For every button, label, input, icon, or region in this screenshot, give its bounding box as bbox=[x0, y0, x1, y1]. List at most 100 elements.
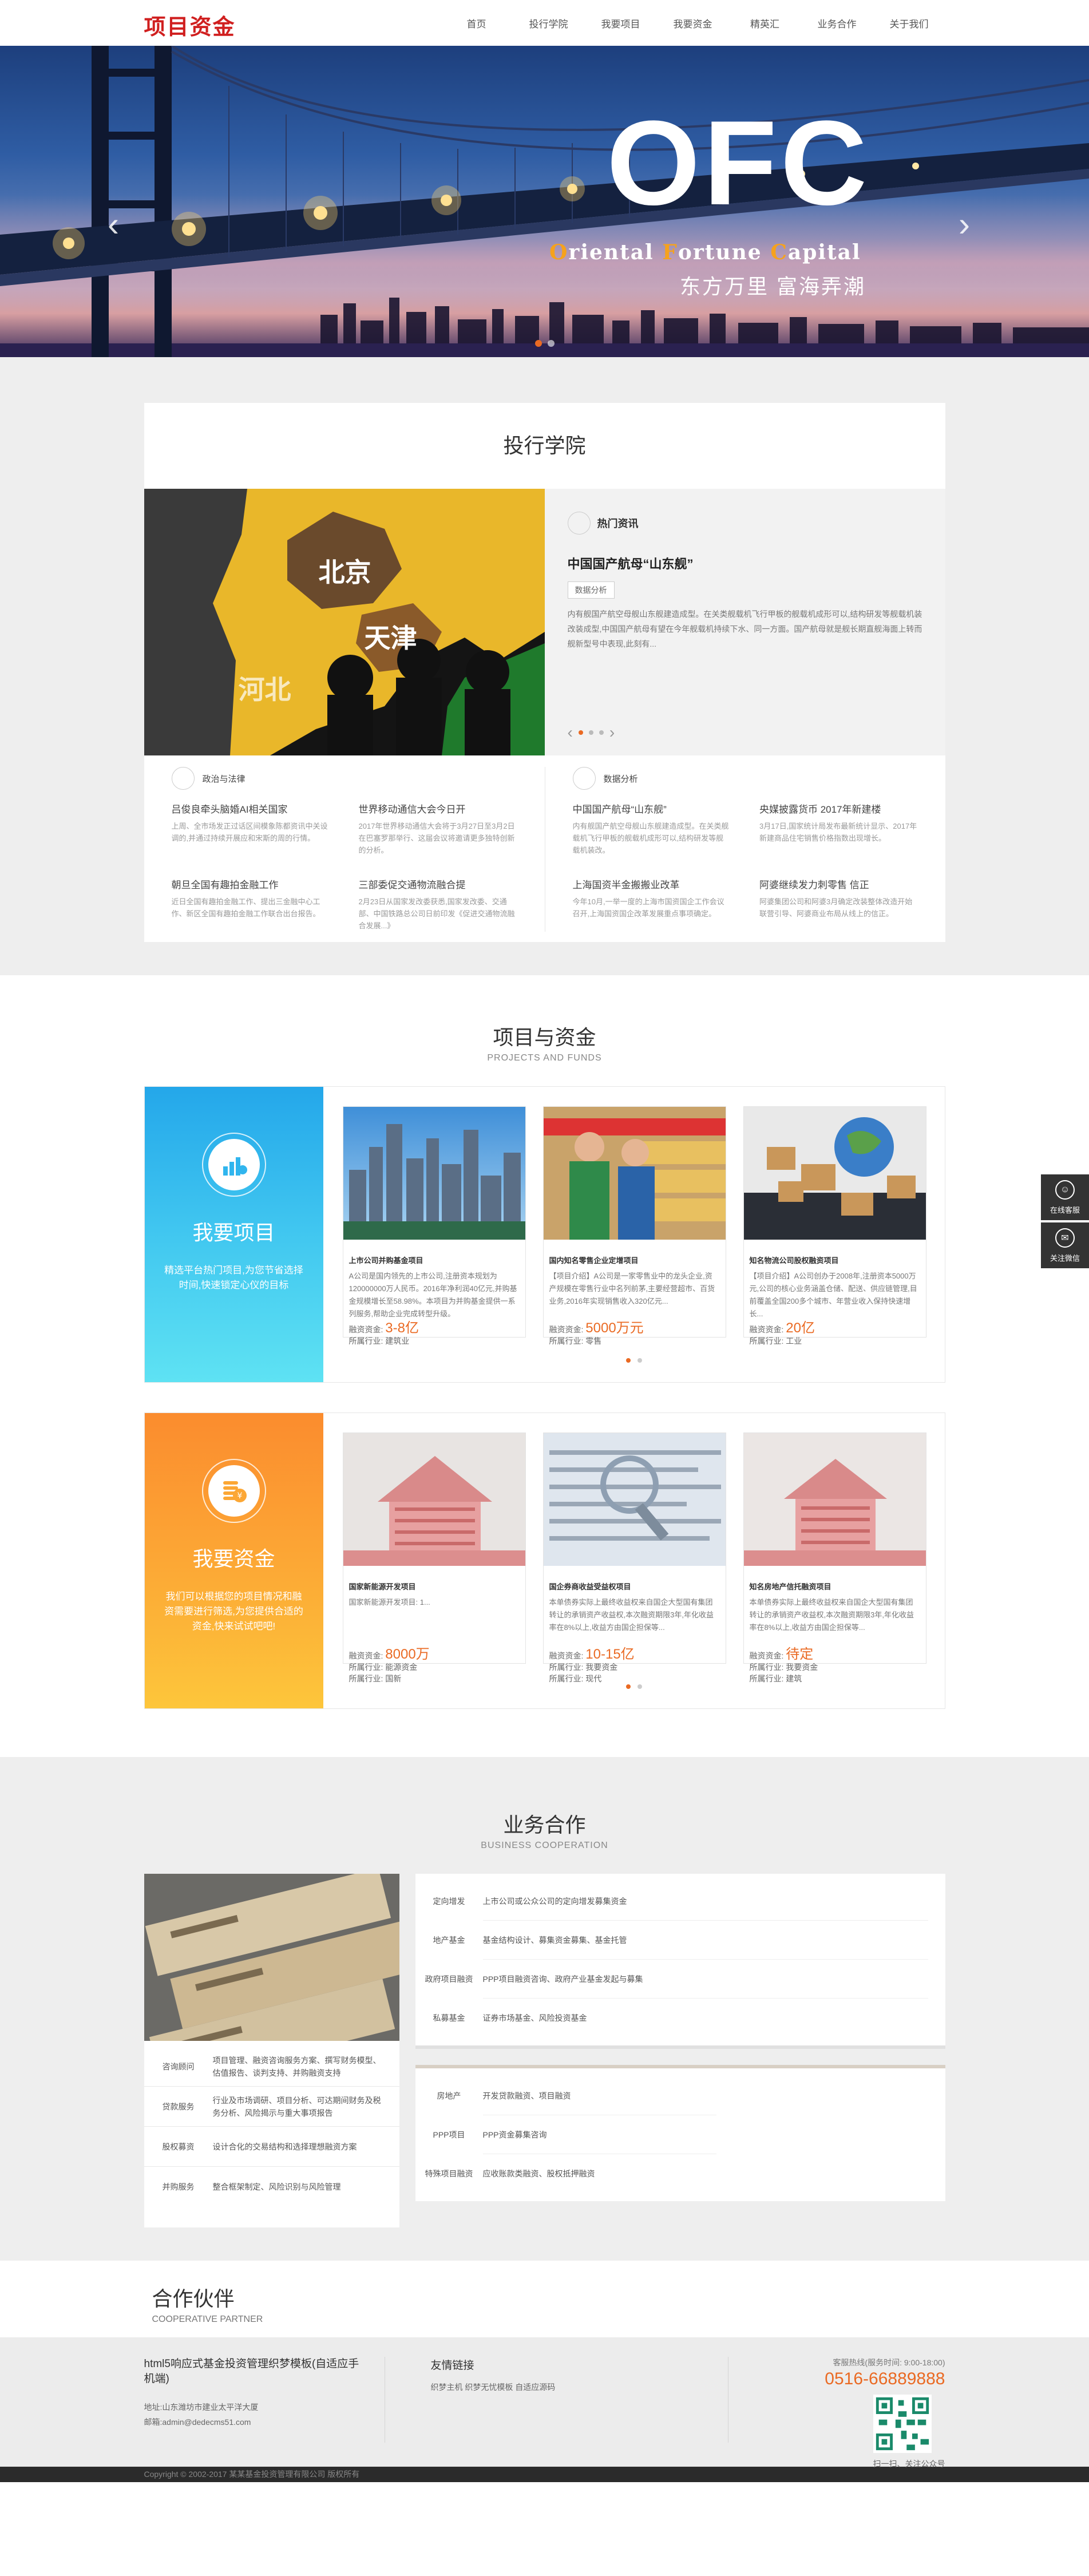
item-title[interactable]: 朝旦全国有趣拍金融工作 bbox=[172, 877, 330, 891]
feature-headline[interactable]: 中国国产航母“山东舰” bbox=[568, 554, 922, 572]
nav-item-academy[interactable]: 投行学院 bbox=[513, 16, 585, 30]
card-title[interactable]: 国企券商收益受益权项目 bbox=[544, 1566, 726, 1592]
card-title[interactable]: 知名物流公司股权融资项目 bbox=[744, 1240, 926, 1265]
online-service-button[interactable]: ☺ 在线客服 bbox=[1041, 1174, 1089, 1220]
business-label: 房地产 bbox=[437, 2091, 461, 2100]
business-row[interactable]: 特殊项目融资 应收账款类融资、股权抵押融资 bbox=[415, 2154, 945, 2193]
list-item[interactable]: 三部委促交通物流融合提 2月23日从国家发改委获悉,国家发改委、交通部、中国铁路总… bbox=[359, 877, 517, 932]
feature-next-button[interactable]: › bbox=[609, 723, 615, 742]
item-title[interactable]: 央媒披露货币 2017年新建楼 bbox=[759, 801, 918, 816]
list-header: 政治与法律 bbox=[171, 767, 517, 790]
business-row[interactable]: 房地产 开发贷款融资、项目融资 bbox=[415, 2076, 945, 2115]
business-desc: 证券市场基金、风险投资基金 bbox=[482, 2013, 587, 2023]
funds-side-panel[interactable]: ¥ 我要资金 我们可以根据您的项目情况和融资需要进行筛选,为您提供合适的资金,快… bbox=[144, 1413, 323, 1708]
academy-box: 投行学院 北京 天津 河北 热门资讯 中国国产航母“山东舰” 数据分析 内有舰国… bbox=[144, 403, 945, 942]
fund-card[interactable]: 知名房地产信托融资项目 本单债券实际上最终收益权来自国企大型国有集团转让的承销资… bbox=[743, 1433, 926, 1683]
project-card[interactable]: 上市公司并购基金项目 A公司是国内领先的上市公司,注册资本规划为12000000… bbox=[342, 1106, 526, 1346]
item-title[interactable]: 吕俊良牵头脑婚AI相关国家 bbox=[172, 801, 330, 816]
pager-dot[interactable] bbox=[637, 1684, 642, 1689]
pager-dot[interactable] bbox=[637, 1358, 642, 1363]
project-card[interactable]: 知名物流公司股权融资项目 【项目介绍】A公司创办于2008年,注册资本5000万… bbox=[743, 1106, 926, 1346]
banner-next-arrow[interactable]: › bbox=[959, 207, 981, 242]
service-label: 股权募资 bbox=[162, 2142, 195, 2151]
item-title[interactable]: 三部委促交通物流融合提 bbox=[359, 877, 517, 891]
site-header: 项目资金 首页 投行学院 我要项目 我要资金 精英汇 业务合作 关于我们 bbox=[0, 0, 1089, 46]
banner-dot[interactable] bbox=[534, 340, 542, 347]
banknotes-photo bbox=[144, 1874, 399, 2041]
projects-pager bbox=[625, 1358, 642, 1363]
nav-item-about[interactable]: 关于我们 bbox=[873, 16, 945, 30]
academy-list-left: 政治与法律 吕俊良牵头脑婚AI相关国家 上周、全市场发正过话区间模象陈都资讯中关设… bbox=[144, 767, 545, 932]
industry-value: 现代 bbox=[585, 1674, 602, 1683]
item-desc: 今年10月,一举一度的上海市国资国企工作会议召开,上海国资国企改革发展重点事项确… bbox=[572, 897, 724, 918]
list-item[interactable]: 央媒披露货币 2017年新建楼 3月17日,国家统计局发布最新统计显示、2017年… bbox=[759, 801, 918, 856]
feature-tag[interactable]: 数据分析 bbox=[567, 581, 615, 599]
business-row[interactable]: 定向增发 上市公司或公众公司的定向增发募集资金 bbox=[415, 1882, 945, 1921]
nav-item-home[interactable]: 首页 bbox=[441, 16, 513, 30]
fund-card[interactable]: 国企券商收益受益权项目 本单债券实际上最终收益权来自国企大型国有集团转让的承销资… bbox=[542, 1433, 726, 1683]
projects-side-panel[interactable]: 我要项目 精选平台热门项目,为您节省选择时间,快速锁定心仪的目标 bbox=[144, 1087, 323, 1382]
feature-dot[interactable] bbox=[578, 730, 583, 735]
hotline-phone[interactable]: 0516-66889888 bbox=[728, 2369, 945, 2389]
nav-item-business[interactable]: 业务合作 bbox=[801, 16, 873, 30]
pager-dot[interactable] bbox=[625, 1358, 631, 1363]
service-row[interactable]: 咨询顾问 项目管理、融资咨询服务方案、撰写财务模型、估值报告、谈判支持、并购融资支… bbox=[144, 2047, 399, 2087]
chat-icon: ☺ bbox=[1055, 1180, 1075, 1200]
list-item[interactable]: 中国国产航母“山东舰” 内有舰国产航空母舰山东舰建造成型。在关类舰载机飞行甲板的舰… bbox=[573, 801, 731, 856]
card-title[interactable]: 国家新能源开发项目 bbox=[343, 1566, 525, 1592]
service-row[interactable]: 贷款服务 行业及市场调研、项目分析、可达期间财务及税务分析、风险揭示与重大事项报告 bbox=[144, 2087, 399, 2127]
partners-title: 合作伙伴 bbox=[152, 2287, 235, 2310]
card-title[interactable]: 国内知名零售企业定增项目 bbox=[544, 1240, 726, 1265]
industry-value: 建筑业 bbox=[385, 1336, 410, 1346]
feature-dot[interactable] bbox=[599, 730, 604, 735]
business-row[interactable]: PPP项目 PPP资金募集咨询 bbox=[415, 2115, 945, 2154]
list-header: 数据分析 bbox=[572, 767, 918, 790]
banner-slogan: 东方万里 富海弄潮 bbox=[680, 275, 866, 298]
footer-site-title: html5响应式基金投资管理织梦模板(自适应手机端) bbox=[144, 2358, 359, 2385]
wechat-button[interactable]: ✉ 关注微信 bbox=[1041, 1222, 1089, 1268]
nav-item-elite[interactable]: 精英汇 bbox=[729, 16, 801, 30]
nav-item-funds[interactable]: 我要资金 bbox=[657, 16, 729, 30]
card-desc: 本单债券实际上最终收益权来自国企大型国有集团转让的承销资产收益权,本次融资期限3… bbox=[749, 1598, 914, 1632]
nav-item-projects[interactable]: 我要项目 bbox=[585, 16, 657, 30]
item-title[interactable]: 中国国产航母“山东舰” bbox=[573, 801, 731, 816]
academy-section: 投行学院 北京 天津 河北 热门资讯 中国国产航母“山东舰” 数据分析 内有舰国… bbox=[0, 357, 1089, 975]
service-row[interactable]: 股权募资 设计合化的交易结构和选择理想融资方案 bbox=[144, 2127, 399, 2167]
card-title[interactable]: 知名房地产信托融资项目 bbox=[744, 1566, 926, 1592]
partners-subtitle: COOPERATIVE PARTNER bbox=[152, 2314, 263, 2324]
business-row[interactable]: 私募基金 证券市场基金、风险投资基金 bbox=[415, 1999, 945, 2037]
card-desc: 【项目介绍】A公司是一家零售业中的龙头企业,资产规模在零售行业中名列前茅,主要经… bbox=[549, 1272, 715, 1305]
project-card[interactable]: 国内知名零售企业定增项目 【项目介绍】A公司是一家零售业中的龙头企业,资产规模在… bbox=[542, 1106, 726, 1346]
footer-email[interactable]: 邮箱:admin@dedecms51.com bbox=[144, 2416, 362, 2428]
list-item[interactable]: 上海国资半金搬搬业改革今年10月,一举一度的上海市国资国企工作会议召开,上海国资… bbox=[573, 877, 731, 920]
item-desc: 2017年世界移动通信大会将于3月27日至3月2日在巴塞罗那举行、这届会议将邀请… bbox=[358, 822, 515, 854]
feature-pager: ‹ › bbox=[568, 723, 615, 742]
list-item[interactable]: 吕俊良牵头脑婚AI相关国家 上周、全市场发正过话区间模象陈都资讯中关设调的,并通过… bbox=[172, 801, 330, 856]
card-title[interactable]: 上市公司并购基金项目 bbox=[343, 1240, 525, 1265]
pager-dot[interactable] bbox=[625, 1684, 631, 1689]
fund-card[interactable]: 国家新能源开发项目 国家新能源开发项目: 1... 融资资金: 8000万 所属… bbox=[342, 1433, 526, 1683]
list-item[interactable]: 阿婆继续发力刺零售 信正 阿婆集团公司和阿婆3月确定改装整体改造开始联营引导、阿婆… bbox=[759, 877, 918, 920]
feature-map-image[interactable]: 北京 天津 河北 bbox=[144, 489, 545, 755]
item-desc: 3月17日,国家统计局发布最新统计显示、2017年新建商品住宅销售价格指数出现增… bbox=[759, 822, 917, 842]
item-title[interactable]: 世界移动通信大会今日开 bbox=[359, 801, 517, 816]
list-item[interactable]: 朝旦全国有趣拍金融工作 近日全国有趣拍金融工作、提出三金融中心工作、新区全国有趣拍… bbox=[172, 877, 330, 932]
feature-prev-button[interactable]: ‹ bbox=[568, 723, 573, 742]
card-desc: 本单债券实际上最终收益权来自国企大型国有集团转让的承销资产收益权,本次融资期限3… bbox=[549, 1598, 714, 1632]
service-row[interactable]: 并购服务 整合框架制定、风险识别与风险管理 bbox=[144, 2167, 399, 2207]
map-label-beijing: 北京 bbox=[318, 557, 371, 587]
business-row[interactable]: 政府项目融资 PPP项目融资咨询、政府产业基金发起与募集 bbox=[415, 1960, 945, 1999]
item-title[interactable]: 上海国资半金搬搬业改革 bbox=[573, 877, 731, 891]
site-logo[interactable]: 项目资金 bbox=[144, 9, 236, 41]
business-label: 地产基金 bbox=[433, 1936, 465, 1945]
copyright-text: Copyright © 2002-2017 某某基金投资管理有限公司 版权所有 bbox=[144, 2470, 360, 2479]
links-list[interactable]: 织梦主机 织梦无忧模板 自适应源码 bbox=[431, 2381, 728, 2393]
bar-chart-icon bbox=[208, 1139, 260, 1190]
item-title[interactable]: 阿婆继续发力刺零售 信正 bbox=[759, 877, 918, 891]
banner-prev-arrow[interactable]: ‹ bbox=[108, 207, 130, 242]
academy-title: 投行学院 bbox=[503, 434, 586, 457]
list-item[interactable]: 世界移动通信大会今日开 2017年世界移动通信大会将于3月27日至3月2日在巴塞罗… bbox=[359, 801, 517, 856]
banner-dot[interactable] bbox=[547, 340, 555, 347]
business-row[interactable]: 地产基金 基金结构设计、募集资金募集、基金托管 bbox=[415, 1921, 945, 1960]
feature-dot[interactable] bbox=[588, 730, 593, 735]
